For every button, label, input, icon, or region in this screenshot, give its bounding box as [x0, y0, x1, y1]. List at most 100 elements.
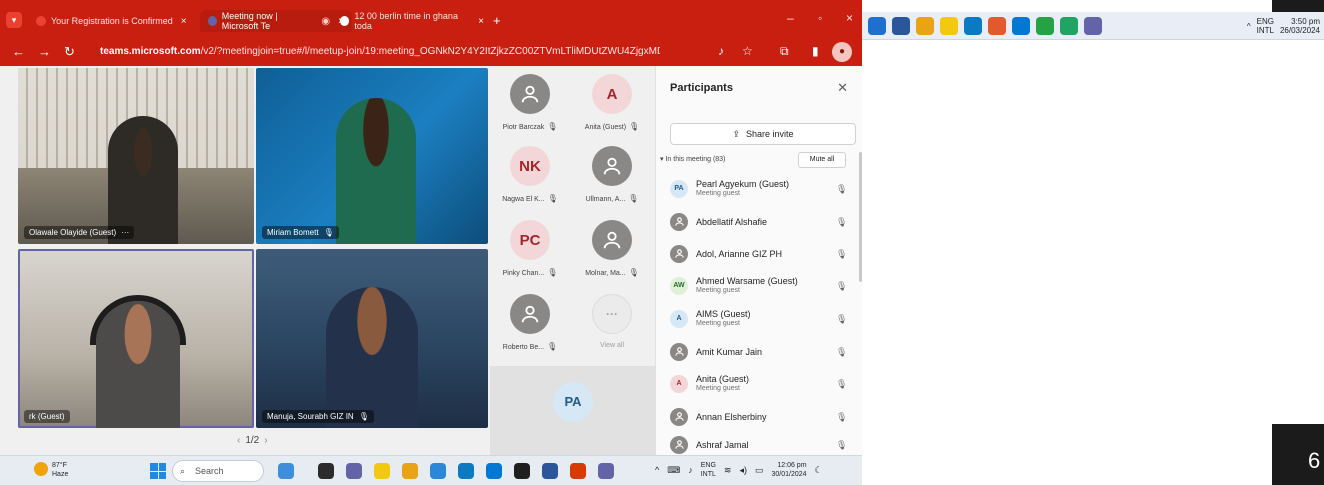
- file-explorer-icon[interactable]: [374, 463, 390, 479]
- app-icon[interactable]: [1012, 16, 1030, 35]
- tab-search[interactable]: 12 00 berlin time in ghana toda ×: [332, 10, 492, 32]
- view-all-button[interactable]: ··· View all: [572, 286, 652, 356]
- mic-off-icon[interactable]: 🎙: [836, 440, 847, 451]
- next-page-icon[interactable]: ›: [264, 435, 267, 446]
- new-tab-icon[interactable]: +: [493, 13, 501, 28]
- app-icon[interactable]: [988, 16, 1006, 35]
- microphone-icon[interactable]: ♪: [718, 44, 724, 58]
- app-icon[interactable]: [458, 463, 474, 479]
- mic-off-icon[interactable]: 🎙: [836, 412, 847, 423]
- previous-page-icon[interactable]: ‹: [237, 435, 240, 446]
- roster-card[interactable]: NK Nagwa El K... 🎙: [490, 138, 570, 208]
- keyboard-icon[interactable]: ⌨: [667, 465, 680, 476]
- mute-all-button[interactable]: Mute all: [798, 152, 846, 168]
- notification-icon[interactable]: ☾: [815, 465, 823, 476]
- profile-avatar[interactable]: ●: [832, 42, 852, 62]
- language-indicator[interactable]: ENG INTL: [701, 461, 716, 479]
- mic-off-icon[interactable]: 🎙: [836, 314, 847, 325]
- url-field[interactable]: teams.microsoft.com/v2/?meetingjoin=true…: [100, 42, 660, 62]
- roster-card[interactable]: PC Pinky Chan... 🎙: [490, 212, 570, 282]
- clock-date[interactable]: 26/03/2024: [1280, 26, 1320, 35]
- app-icon[interactable]: [514, 463, 530, 479]
- participant-row[interactable]: Annan Elsherbiny 🎙: [670, 404, 860, 432]
- extensions-icon[interactable]: ⧉: [780, 44, 789, 59]
- roster-card[interactable]: Molnar, Ma... 🎙: [572, 212, 652, 282]
- mic-off-icon[interactable]: 🎙: [836, 347, 847, 358]
- chevron-up-icon[interactable]: ^: [1247, 22, 1251, 31]
- weather-icon[interactable]: [34, 462, 48, 476]
- task-view-icon[interactable]: [318, 463, 334, 479]
- chat-icon[interactable]: [346, 463, 362, 479]
- taskbar-search[interactable]: ⌕ Search: [172, 460, 264, 482]
- mic-off-icon[interactable]: 🎙: [836, 217, 847, 228]
- minimize-icon[interactable]: –: [787, 11, 794, 25]
- close-icon[interactable]: ✕: [837, 80, 848, 96]
- microphone-icon[interactable]: ♪: [688, 465, 693, 475]
- app-icon[interactable]: [868, 16, 886, 35]
- mic-off-icon[interactable]: 🎙: [836, 379, 847, 390]
- clock[interactable]: 12:06 pm 30/01/2024: [771, 461, 806, 479]
- roster-card[interactable]: Piotr Barczak 🎙: [490, 66, 570, 136]
- roster-name: Molnar, Ma... 🎙: [572, 268, 652, 277]
- initials-avatar: PA: [670, 180, 688, 198]
- video-tile[interactable]: Olawale Olayide (Guest) ···: [18, 68, 254, 244]
- back-icon[interactable]: ←: [12, 44, 25, 59]
- video-tile[interactable]: Manuja, Sourabh GIZ IN 🎙: [256, 249, 488, 428]
- battery-icon[interactable]: ▭: [755, 465, 764, 476]
- word-icon[interactable]: [542, 463, 558, 479]
- participant-row[interactable]: A Anita (Guest) Meeting guest 🎙: [670, 371, 860, 399]
- weather-widget[interactable]: 87°F Haze: [52, 461, 68, 479]
- widgets-icon[interactable]: [278, 463, 294, 479]
- roster-card[interactable]: Ullmann, A... 🎙: [572, 138, 652, 208]
- layout-label[interactable]: INTL: [1257, 26, 1274, 35]
- forward-icon[interactable]: →: [38, 44, 51, 59]
- app-icon[interactable]: [940, 16, 958, 35]
- language-label[interactable]: ENG: [1257, 17, 1274, 26]
- participant-row[interactable]: Adol, Arianne GIZ PH 🎙: [670, 241, 860, 269]
- mic-off-icon[interactable]: 🎙: [836, 184, 847, 195]
- roster-card[interactable]: A Anita (Guest) 🎙: [572, 66, 652, 136]
- bookmark-star-icon[interactable]: ☆: [742, 44, 753, 58]
- participant-row[interactable]: A AIMS (Guest) Meeting guest 🎙: [670, 306, 860, 334]
- mic-off-icon[interactable]: 🎙: [836, 281, 847, 292]
- more-options-icon[interactable]: ···: [121, 228, 129, 237]
- chevron-up-icon[interactable]: ^: [655, 465, 659, 475]
- self-view-tile[interactable]: PA: [490, 366, 655, 455]
- app-icon[interactable]: [402, 463, 418, 479]
- sidebar-icon[interactable]: ▮: [812, 44, 819, 58]
- app-icon[interactable]: [486, 463, 502, 479]
- video-tile[interactable]: Miriam Bomett 🎙: [256, 68, 488, 244]
- app-icon[interactable]: [430, 463, 446, 479]
- tab-search-icon[interactable]: ▾: [6, 12, 22, 28]
- roster-card[interactable]: Roberto Be... 🎙: [490, 286, 570, 356]
- close-icon[interactable]: ×: [478, 16, 484, 27]
- initials-avatar: A: [592, 74, 632, 114]
- video-tile-active[interactable]: rk (Guest): [18, 249, 254, 428]
- close-icon[interactable]: ×: [181, 16, 187, 27]
- participant-row[interactable]: PA Pearl Agyekum (Guest) Meeting guest 🎙: [670, 176, 860, 204]
- start-button[interactable]: [150, 463, 166, 479]
- app-icon[interactable]: [1084, 16, 1102, 35]
- mic-off-icon[interactable]: 🎙: [836, 249, 847, 260]
- app-icon[interactable]: [892, 16, 910, 35]
- maximize-icon[interactable]: ◦: [818, 11, 822, 25]
- share-icon: ⇪: [732, 129, 740, 139]
- participant-row[interactable]: Amit Kumar Jain 🎙: [670, 339, 860, 367]
- volume-icon[interactable]: ◂): [739, 465, 747, 476]
- tab-meeting[interactable]: Meeting now | Microsoft Te ◉ ×: [200, 10, 352, 32]
- app-icon[interactable]: [916, 16, 934, 35]
- app-icon[interactable]: [964, 16, 982, 35]
- tab-registration[interactable]: Your Registration is Confirmed ×: [28, 10, 198, 32]
- reload-icon[interactable]: ↻: [64, 44, 75, 60]
- app-icon[interactable]: [570, 463, 586, 479]
- teams-icon[interactable]: [598, 463, 614, 479]
- wifi-icon[interactable]: ≋: [724, 465, 732, 476]
- section-header[interactable]: ▾ In this meeting (83): [660, 155, 725, 163]
- participant-row[interactable]: Abdellatif Alshafie 🎙: [670, 209, 860, 237]
- participant-row[interactable]: AW Ahmed Warsame (Guest) Meeting guest 🎙: [670, 273, 860, 301]
- app-icon[interactable]: [1060, 16, 1078, 35]
- app-icon[interactable]: [1036, 16, 1054, 35]
- share-invite-button[interactable]: ⇪ Share invite: [670, 123, 856, 145]
- close-window-icon[interactable]: ×: [846, 11, 853, 25]
- clock-time[interactable]: 3:50 pm: [1291, 17, 1320, 26]
